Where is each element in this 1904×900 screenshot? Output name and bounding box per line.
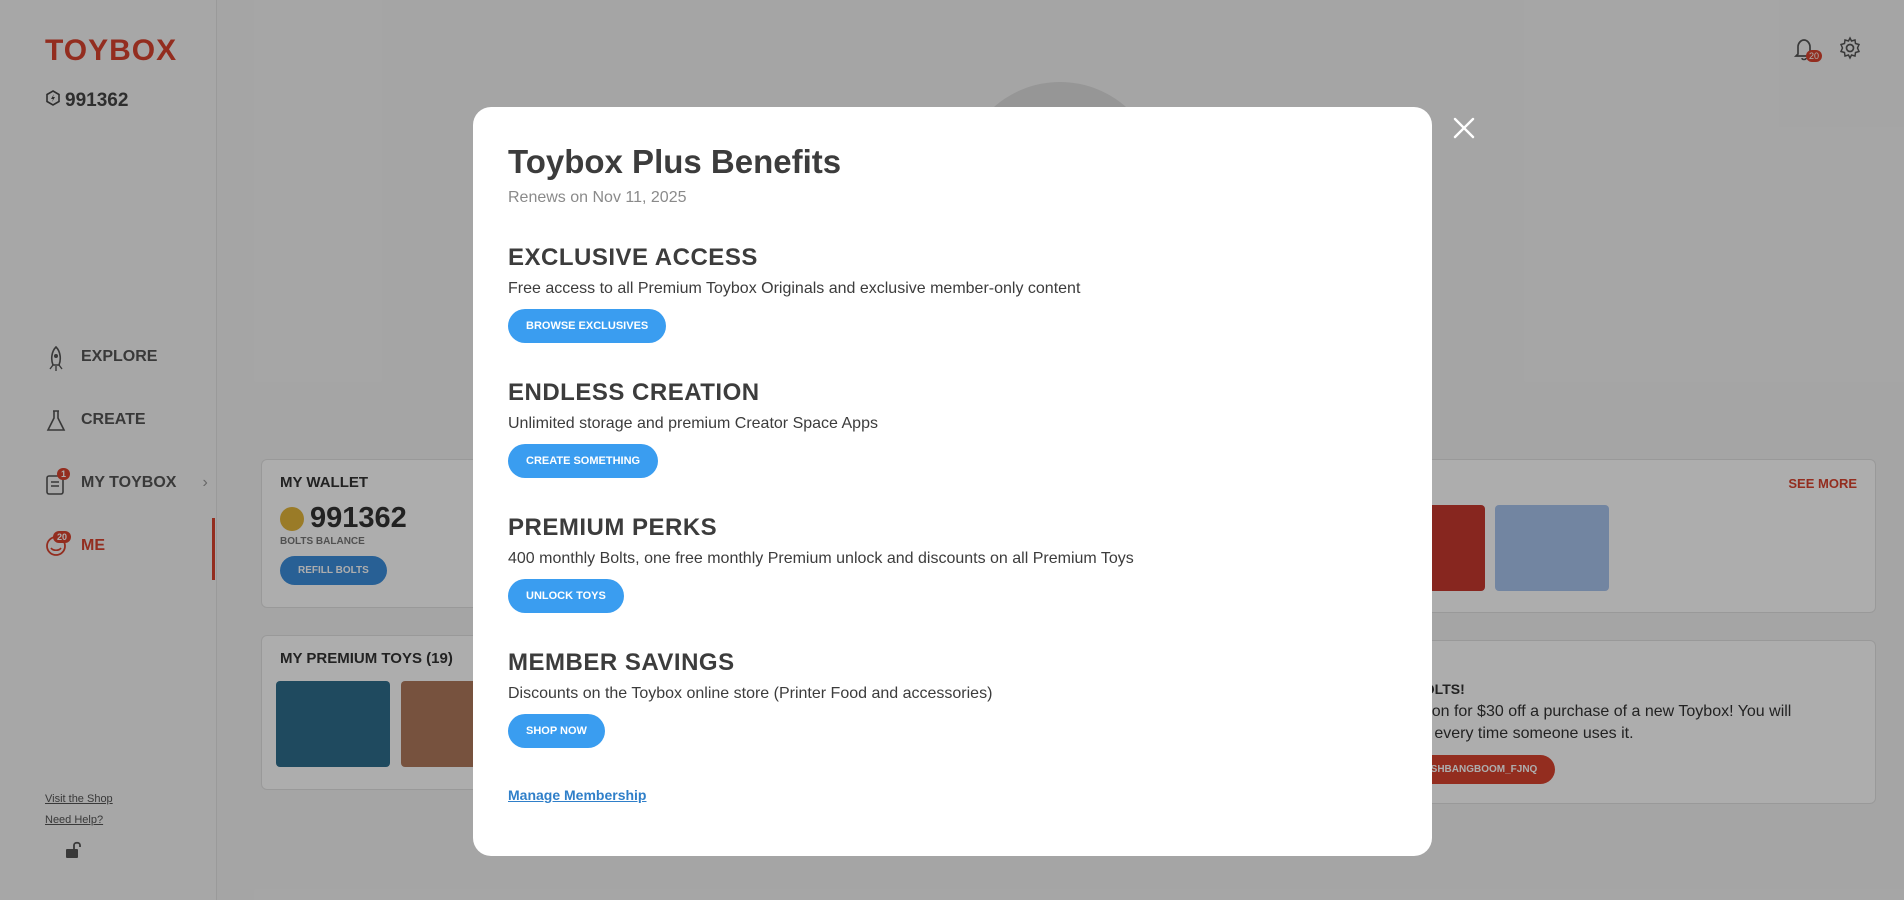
modal-title: Toybox Plus Benefits: [508, 143, 842, 180]
benefit-heading: EXCLUSIVE ACCESS: [508, 244, 758, 271]
benefit-description: Discounts on the Toybox online store (Pr…: [508, 685, 993, 702]
benefit-premium-perks: PREMIUM PERKS 400 monthly Bolts, one fre…: [508, 514, 1134, 613]
benefit-description: Free access to all Premium Toybox Origin…: [508, 280, 1081, 297]
benefit-heading: PREMIUM PERKS: [508, 514, 718, 541]
benefit-description: 400 monthly Bolts, one free monthly Prem…: [508, 550, 1134, 567]
close-icon[interactable]: [1450, 114, 1478, 142]
benefit-endless-creation: ENDLESS CREATION Unlimited storage and p…: [508, 379, 878, 478]
renews-date: Renews on Nov 11, 2025: [508, 189, 687, 206]
manage-membership-link[interactable]: Manage Membership: [508, 787, 646, 803]
benefit-exclusive-access: EXCLUSIVE ACCESS Free access to all Prem…: [508, 244, 1080, 343]
benefit-heading: ENDLESS CREATION: [508, 379, 760, 406]
unlock-toys-button[interactable]: UNLOCK TOYS: [508, 579, 624, 613]
create-something-button[interactable]: CREATE SOMETHING: [508, 444, 659, 478]
benefit-heading: MEMBER SAVINGS: [508, 649, 735, 676]
benefit-description: Unlimited storage and premium Creator Sp…: [508, 415, 878, 432]
benefit-member-savings: MEMBER SAVINGS Discounts on the Toybox o…: [508, 649, 992, 748]
browse-exclusives-button[interactable]: BROWSE EXCLUSIVES: [508, 309, 667, 343]
benefits-modal: Toybox Plus Benefits Renews on Nov 11, 2…: [473, 107, 1432, 856]
shop-now-button[interactable]: SHOP NOW: [508, 714, 605, 748]
